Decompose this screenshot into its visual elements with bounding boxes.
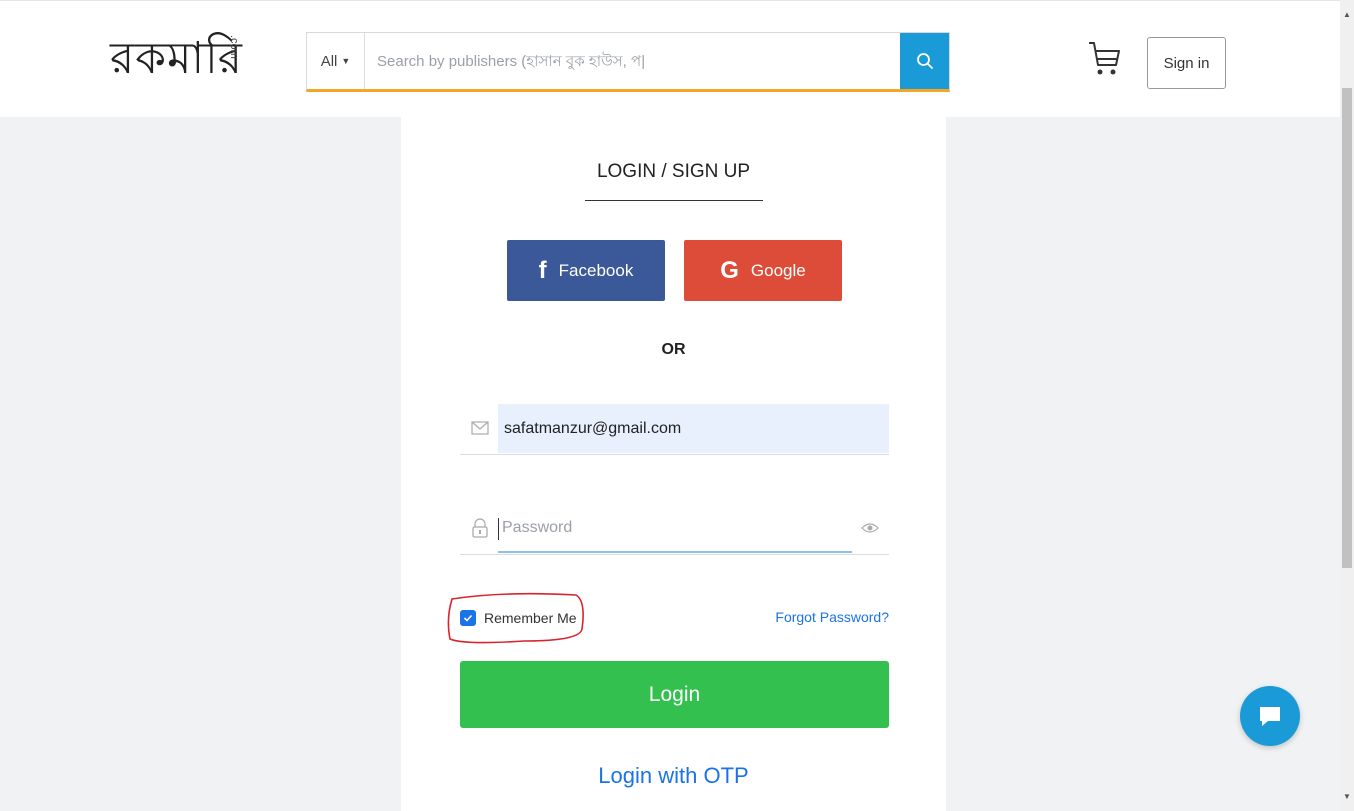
login-with-otp-link[interactable]: Login with OTP bbox=[401, 763, 946, 789]
checkbox[interactable] bbox=[460, 610, 476, 626]
facebook-login-button[interactable]: f Facebook bbox=[507, 240, 665, 301]
scroll-up-arrow[interactable]: ▲ bbox=[1340, 8, 1354, 22]
login-button[interactable]: Login bbox=[460, 661, 889, 728]
eye-icon[interactable] bbox=[860, 520, 880, 536]
scroll-down-arrow[interactable]: ▼ bbox=[1340, 790, 1354, 804]
google-login-button[interactable]: G Google bbox=[684, 240, 842, 301]
header: রকমারি .com All ▼ Sign in bbox=[0, 0, 1340, 117]
password-field-wrapper bbox=[460, 504, 889, 555]
logo-tld: .com bbox=[228, 35, 240, 59]
title-divider bbox=[585, 200, 763, 201]
google-label: Google bbox=[750, 260, 806, 280]
google-icon: G bbox=[720, 256, 739, 284]
search-category-dropdown[interactable]: All ▼ bbox=[307, 33, 365, 89]
search-icon bbox=[916, 53, 933, 69]
forgot-password-link[interactable]: Forgot Password? bbox=[775, 609, 889, 625]
lock-icon bbox=[472, 518, 488, 538]
remember-me-label: Remember Me bbox=[484, 610, 577, 626]
search-category-label: All bbox=[320, 52, 338, 70]
scroll-thumb[interactable] bbox=[1342, 88, 1352, 568]
logo-text: রকমারি bbox=[110, 33, 243, 84]
email-field-wrapper bbox=[460, 404, 889, 455]
chevron-down-icon: ▼ bbox=[341, 56, 351, 66]
login-card: LOGIN / SIGN UP f Facebook G Google OR s… bbox=[401, 117, 946, 811]
cart-button[interactable] bbox=[1086, 39, 1122, 83]
scrollbar[interactable]: ▲ ▼ bbox=[1340, 0, 1354, 811]
page-title: LOGIN / SIGN UP bbox=[596, 161, 751, 182]
remember-me-checkbox[interactable]: Remember Me bbox=[460, 608, 577, 628]
search-button[interactable] bbox=[900, 33, 949, 89]
logo[interactable]: রকমারি .com bbox=[110, 27, 250, 97]
facebook-label: Facebook bbox=[558, 260, 634, 280]
text-cursor bbox=[498, 518, 499, 540]
cart-icon bbox=[1089, 42, 1120, 75]
or-divider-text: OR bbox=[661, 341, 686, 358]
chat-button[interactable] bbox=[1240, 686, 1300, 746]
facebook-icon: f bbox=[538, 256, 547, 284]
check-icon bbox=[463, 614, 473, 622]
mail-icon bbox=[471, 421, 489, 435]
chat-icon bbox=[1260, 707, 1280, 726]
signin-button[interactable]: Sign in bbox=[1147, 37, 1226, 89]
password-field[interactable] bbox=[498, 504, 852, 553]
email-field[interactable] bbox=[498, 404, 889, 453]
search-input[interactable] bbox=[365, 33, 900, 89]
search-bar: All ▼ bbox=[306, 32, 950, 92]
